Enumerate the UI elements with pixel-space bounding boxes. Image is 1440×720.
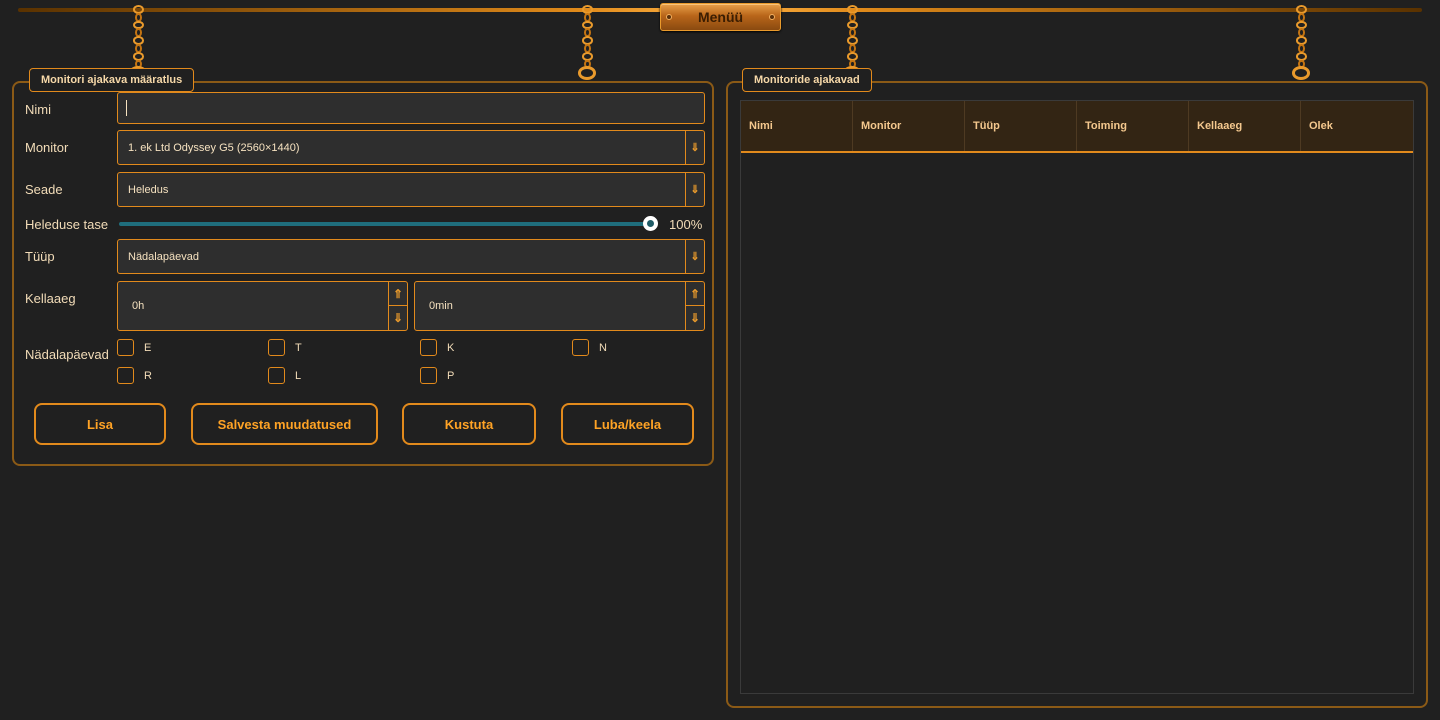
weekday-label: K [447, 341, 455, 354]
column-header-type[interactable]: Tüüp [965, 101, 1077, 151]
weekday-label: E [144, 341, 152, 354]
minutes-value: 0min [429, 300, 453, 312]
time-label: Kellaaeg [25, 291, 76, 306]
weekday-label: N [599, 341, 607, 354]
monitor-select[interactable]: 1. ek Ltd Odyssey G5 (2560×1440) ⇓ [117, 130, 705, 165]
weekday-checkbox-n[interactable]: N [572, 339, 607, 356]
weekday-label: P [447, 369, 455, 382]
chevron-down-icon[interactable]: ⇓ [685, 173, 704, 206]
text-caret [126, 100, 127, 116]
rivet-icon [769, 14, 775, 20]
arrow-down-icon[interactable]: ⇓ [389, 306, 407, 330]
delete-button[interactable]: Kustuta [402, 403, 536, 445]
brightness-slider-handle[interactable] [643, 216, 658, 231]
weekday-checkbox-t[interactable]: T [268, 339, 302, 356]
minutes-spinbox[interactable]: 0min ⇑ ⇓ [414, 281, 705, 331]
menu-button[interactable]: Menüü [660, 3, 781, 31]
checkbox[interactable] [117, 367, 134, 384]
chevron-down-icon[interactable]: ⇓ [685, 240, 704, 273]
checkbox[interactable] [268, 339, 285, 356]
weekday-label: T [295, 341, 302, 354]
type-value: Nädalapäevad [128, 250, 199, 263]
column-header-action[interactable]: Toiming [1077, 101, 1189, 151]
weekday-checkbox-k[interactable]: K [420, 339, 454, 356]
checkbox[interactable] [572, 339, 589, 356]
hours-spinbox[interactable]: 0h ⇑ ⇓ [117, 281, 408, 331]
hours-value: 0h [132, 300, 145, 312]
menu-button-label: Menüü [697, 9, 744, 25]
weekday-checkbox-p[interactable]: P [420, 367, 454, 384]
monitor-value: 1. ek Ltd Odyssey G5 (2560×1440) [128, 141, 300, 154]
type-label: Tüüp [25, 249, 55, 264]
schedules-table[interactable]: Nimi Monitor Tüüp Toiming Kellaaeg Olek [740, 100, 1414, 694]
weekday-checkbox-r[interactable]: R [117, 367, 152, 384]
add-button[interactable]: Lisa [34, 403, 166, 445]
schedule-form-title: Monitori ajakava määratlus [29, 68, 195, 92]
checkbox[interactable] [117, 339, 134, 356]
table-header: Nimi Monitor Tüüp Toiming Kellaaeg Olek [741, 101, 1413, 153]
schedules-title: Monitoride ajakavad [742, 68, 872, 92]
column-header-name[interactable]: Nimi [741, 101, 853, 151]
checkbox[interactable] [420, 339, 437, 356]
setting-value: Heledus [128, 183, 169, 196]
weekday-label: L [295, 369, 302, 382]
checkbox[interactable] [268, 367, 285, 384]
column-header-status[interactable]: Olek [1301, 101, 1413, 151]
schedules-group: Monitoride ajakavad Nimi Monitor Tüüp To… [726, 68, 1428, 708]
setting-select[interactable]: Heledus ⇓ [117, 172, 705, 207]
weekdays-label: Nädalapäevad [25, 347, 109, 362]
monitor-label: Monitor [25, 140, 69, 155]
arrow-up-icon[interactable]: ⇑ [686, 282, 704, 306]
column-header-time[interactable]: Kellaaeg [1189, 101, 1301, 151]
column-header-monitor[interactable]: Monitor [853, 101, 965, 151]
weekday-checkbox-e[interactable]: E [117, 339, 151, 356]
brightness-label: Heleduse tase [25, 217, 109, 232]
schedule-form-group: Monitori ajakava määratlus Nimi Monitor … [12, 68, 714, 466]
checkbox[interactable] [420, 367, 437, 384]
chevron-down-icon[interactable]: ⇓ [685, 131, 704, 164]
save-changes-button[interactable]: Salvesta muudatused [191, 403, 378, 445]
name-input[interactable] [117, 92, 705, 124]
chain-decoration [1292, 5, 1310, 81]
chain-decoration [578, 5, 596, 81]
setting-label: Seade [25, 182, 63, 197]
brightness-slider[interactable] [119, 222, 655, 226]
name-label: Nimi [25, 102, 51, 117]
rivet-icon [666, 14, 672, 20]
weekday-checkbox-l[interactable]: L [268, 367, 301, 384]
brightness-value: 100% [669, 217, 703, 232]
arrow-up-icon[interactable]: ⇑ [389, 282, 407, 306]
enable-disable-button[interactable]: Luba/keela [561, 403, 694, 445]
type-select[interactable]: Nädalapäevad ⇓ [117, 239, 705, 274]
arrow-down-icon[interactable]: ⇓ [686, 306, 704, 330]
weekday-label: R [144, 369, 152, 382]
